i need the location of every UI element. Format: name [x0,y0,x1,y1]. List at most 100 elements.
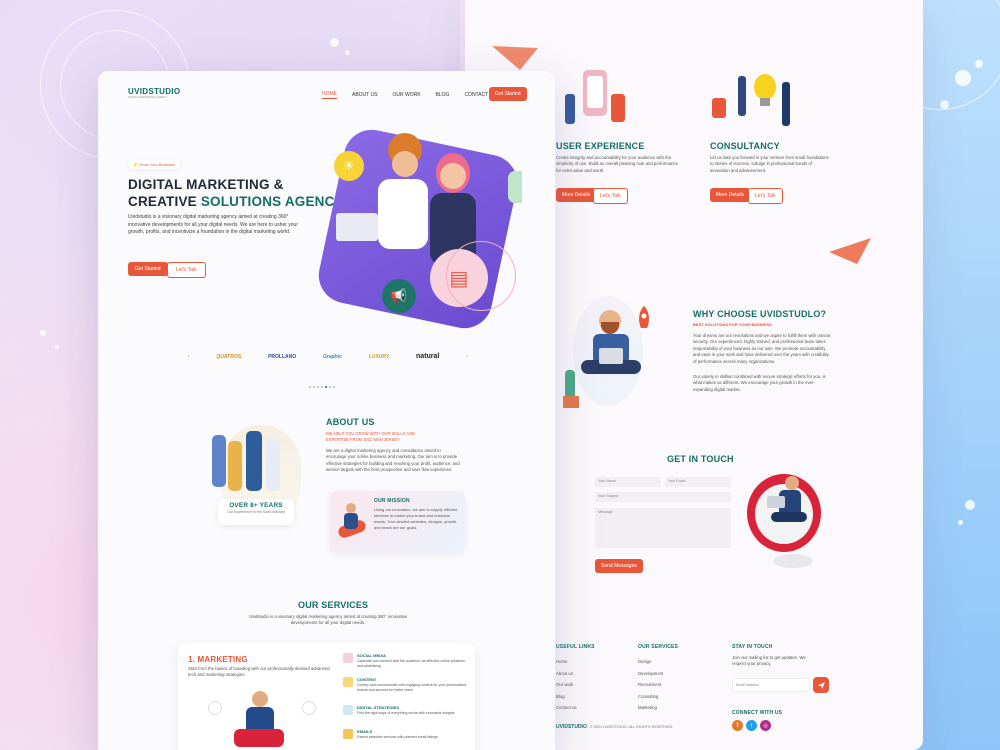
service-item-desc: Convey and communicate with engaging con… [357,683,467,692]
hero-badge-text: Grow Your Business [139,162,176,167]
footer-link[interactable]: Blog [556,691,577,703]
footer-link[interactable]: About us [556,668,577,680]
about-title: ABOUT US [326,417,375,427]
footer-useful-links: Home About us Our work Blog Contact us [556,656,577,714]
service-item-desc: Extend selective services with planned e… [357,735,438,739]
footer-services-title: OUR SERVICES [638,644,679,650]
hero-badge: ⚡ Grow Your Business [128,160,181,169]
client-logo: QUATROS [216,353,242,360]
mission-card: OUR MISSION Using our innovation, we aim… [330,491,465,553]
footer-link[interactable]: Recruitment [638,679,663,691]
logo-wordmark: UVIDSTUDIO [128,87,181,96]
contact-title: GET IN TOUCH [667,454,734,464]
lightbulb-icon: ☀ [334,151,364,181]
client-logo: LUXURY [368,353,390,360]
why-title: WHY CHOOSE UVIDSTUDLO? [693,309,827,319]
carousel-dots[interactable] [308,375,336,393]
footer-link[interactable]: Contact us [556,702,577,714]
why-subtitle: BEST SOLUTIONS FOR YOUR BUSINESS [693,322,772,327]
client-logo: natural [416,353,440,360]
mission-illustration [336,501,368,541]
marketing-title: 1. MARKETING [188,655,248,664]
services-description: Uvidstudio is a visionary digital market… [248,614,408,626]
consultancy-desc: Let us take you forward in your venture … [710,155,829,173]
marketing-desc: Start from the basics of branding with o… [188,666,330,678]
newsletter-send-button[interactable] [813,677,829,693]
years-card: OVER 8+ YEARS Our Experience in the SaaS… [218,499,294,525]
rocket-icon [639,306,649,328]
service-item-title: SOCIAL MEDIA [357,653,387,658]
carousel-next-arrow[interactable]: › [466,354,468,360]
subject-field[interactable]: Your Subject [595,492,731,502]
nav-home[interactable]: HOME [322,91,337,99]
main-nav: HOME ABOUT US OUR WORK BLOG CONTACT US [322,91,496,99]
service-item-desc: Find the right ways of everything online… [357,711,455,715]
message-field[interactable]: Message [595,508,731,548]
chair-illustration [743,470,843,575]
newsletter-email-input[interactable]: Email address [732,678,810,692]
footer-link[interactable]: Home [556,656,577,668]
logo-tagline: DIGITAL MARKETING AGENCY [128,96,168,99]
footer-bottom: UVIDSTUDIO © 2021 UVIDSTUDIO. ALL RIGHTS… [556,724,673,730]
hero-title-highlight: SOLUTIONS AGENCY [200,194,344,209]
header-get-started-button[interactable]: Get Started [489,87,527,101]
social-icons: f t ◎ [732,720,771,731]
hero-lets-talk-button[interactable]: Let's Talk [167,262,206,278]
footer-services-links: Design Development Recruitment Consultin… [638,656,663,714]
service-item-title: DIGITAL STRATEGIES [357,705,400,710]
service-item-title: CONTENT [357,677,377,682]
footer-logo: UVIDSTUDIO [556,724,587,730]
mission-title: OUR MISSION [374,498,410,504]
email-field[interactable]: Your Email [665,477,731,487]
facebook-icon[interactable]: f [732,720,743,731]
ux-desc: Create integrity and accountability for … [556,155,679,173]
paper-plane-icon [829,238,871,264]
decor-bubble [958,520,963,525]
consultancy-more-details-button[interactable]: More Details [710,188,751,202]
footer-link[interactable]: Marketing [638,702,663,714]
hero-illustration: ☀ ▤ 📢 [313,121,523,334]
hero-title-creative: CREATIVE [128,194,197,209]
logo[interactable]: UVIDSTUDIO DIGITAL MARKETING AGENCY [128,87,180,99]
decor-bubble [345,50,350,55]
why-paragraph-2: Our variety in skillset combined with se… [693,374,826,392]
ux-title: USER EXPERIENCE [556,141,645,151]
megaphone-icon: 📢 [382,279,416,313]
nav-our-work[interactable]: OUR WORK [392,92,420,98]
about-description: We are a digital marketing agency and co… [326,448,460,473]
service-item-desc: Captivate and connect with the audience … [357,659,466,668]
marketing-illustration [198,683,328,750]
years-title: OVER 8+ YEARS [229,502,283,509]
send-icon [817,681,825,689]
instagram-icon[interactable]: ◎ [760,720,771,731]
footer-link[interactable]: Development [638,668,663,680]
why-paragraph-1: Your dreams are our resolutions and we a… [693,333,831,364]
footer-useful-links-title: USEFUL LINKS [556,644,595,650]
footer-link[interactable]: Our work [556,679,577,691]
hero-title-line1: DIGITAL MARKETING & [128,177,284,192]
page-left: UVIDSTUDIO DIGITAL MARKETING AGENCY HOME… [98,71,555,750]
nav-blog[interactable]: BLOG [436,92,450,98]
ux-illustration [561,70,641,132]
strategy-icon [343,705,353,715]
twitter-icon[interactable]: t [746,720,757,731]
carousel-prev-arrow[interactable]: ‹ [188,354,190,360]
consultancy-title: CONSULTANCY [710,141,780,151]
nav-about-us[interactable]: ABOUT US [352,92,377,98]
footer-link[interactable]: Design [638,656,663,668]
ux-more-details-button[interactable]: More Details [556,188,597,202]
footer-stay-title: STAY IN TOUCH [732,644,773,650]
consultancy-lets-talk-button[interactable]: Let's Talk [748,188,783,204]
decor-bubble [55,345,59,349]
decor-ring [446,241,516,311]
hero-description: Uvidstudio is a visionary digital market… [128,214,299,235]
footer-link[interactable]: Consulting [638,691,663,703]
ux-lets-talk-button[interactable]: Let's Talk [593,188,628,204]
hero-title-line2: CREATIVE SOLUTIONS AGENCY [128,194,344,209]
marketing-card: 1. MARKETING Start from the basics of br… [178,643,475,750]
paper-plane-icon [492,46,538,70]
send-message-button[interactable]: Send Messages [595,559,643,573]
hero-get-started-button[interactable]: Get Started [128,262,168,276]
why-illustration [563,296,665,416]
name-field[interactable]: Your Name [595,477,661,487]
